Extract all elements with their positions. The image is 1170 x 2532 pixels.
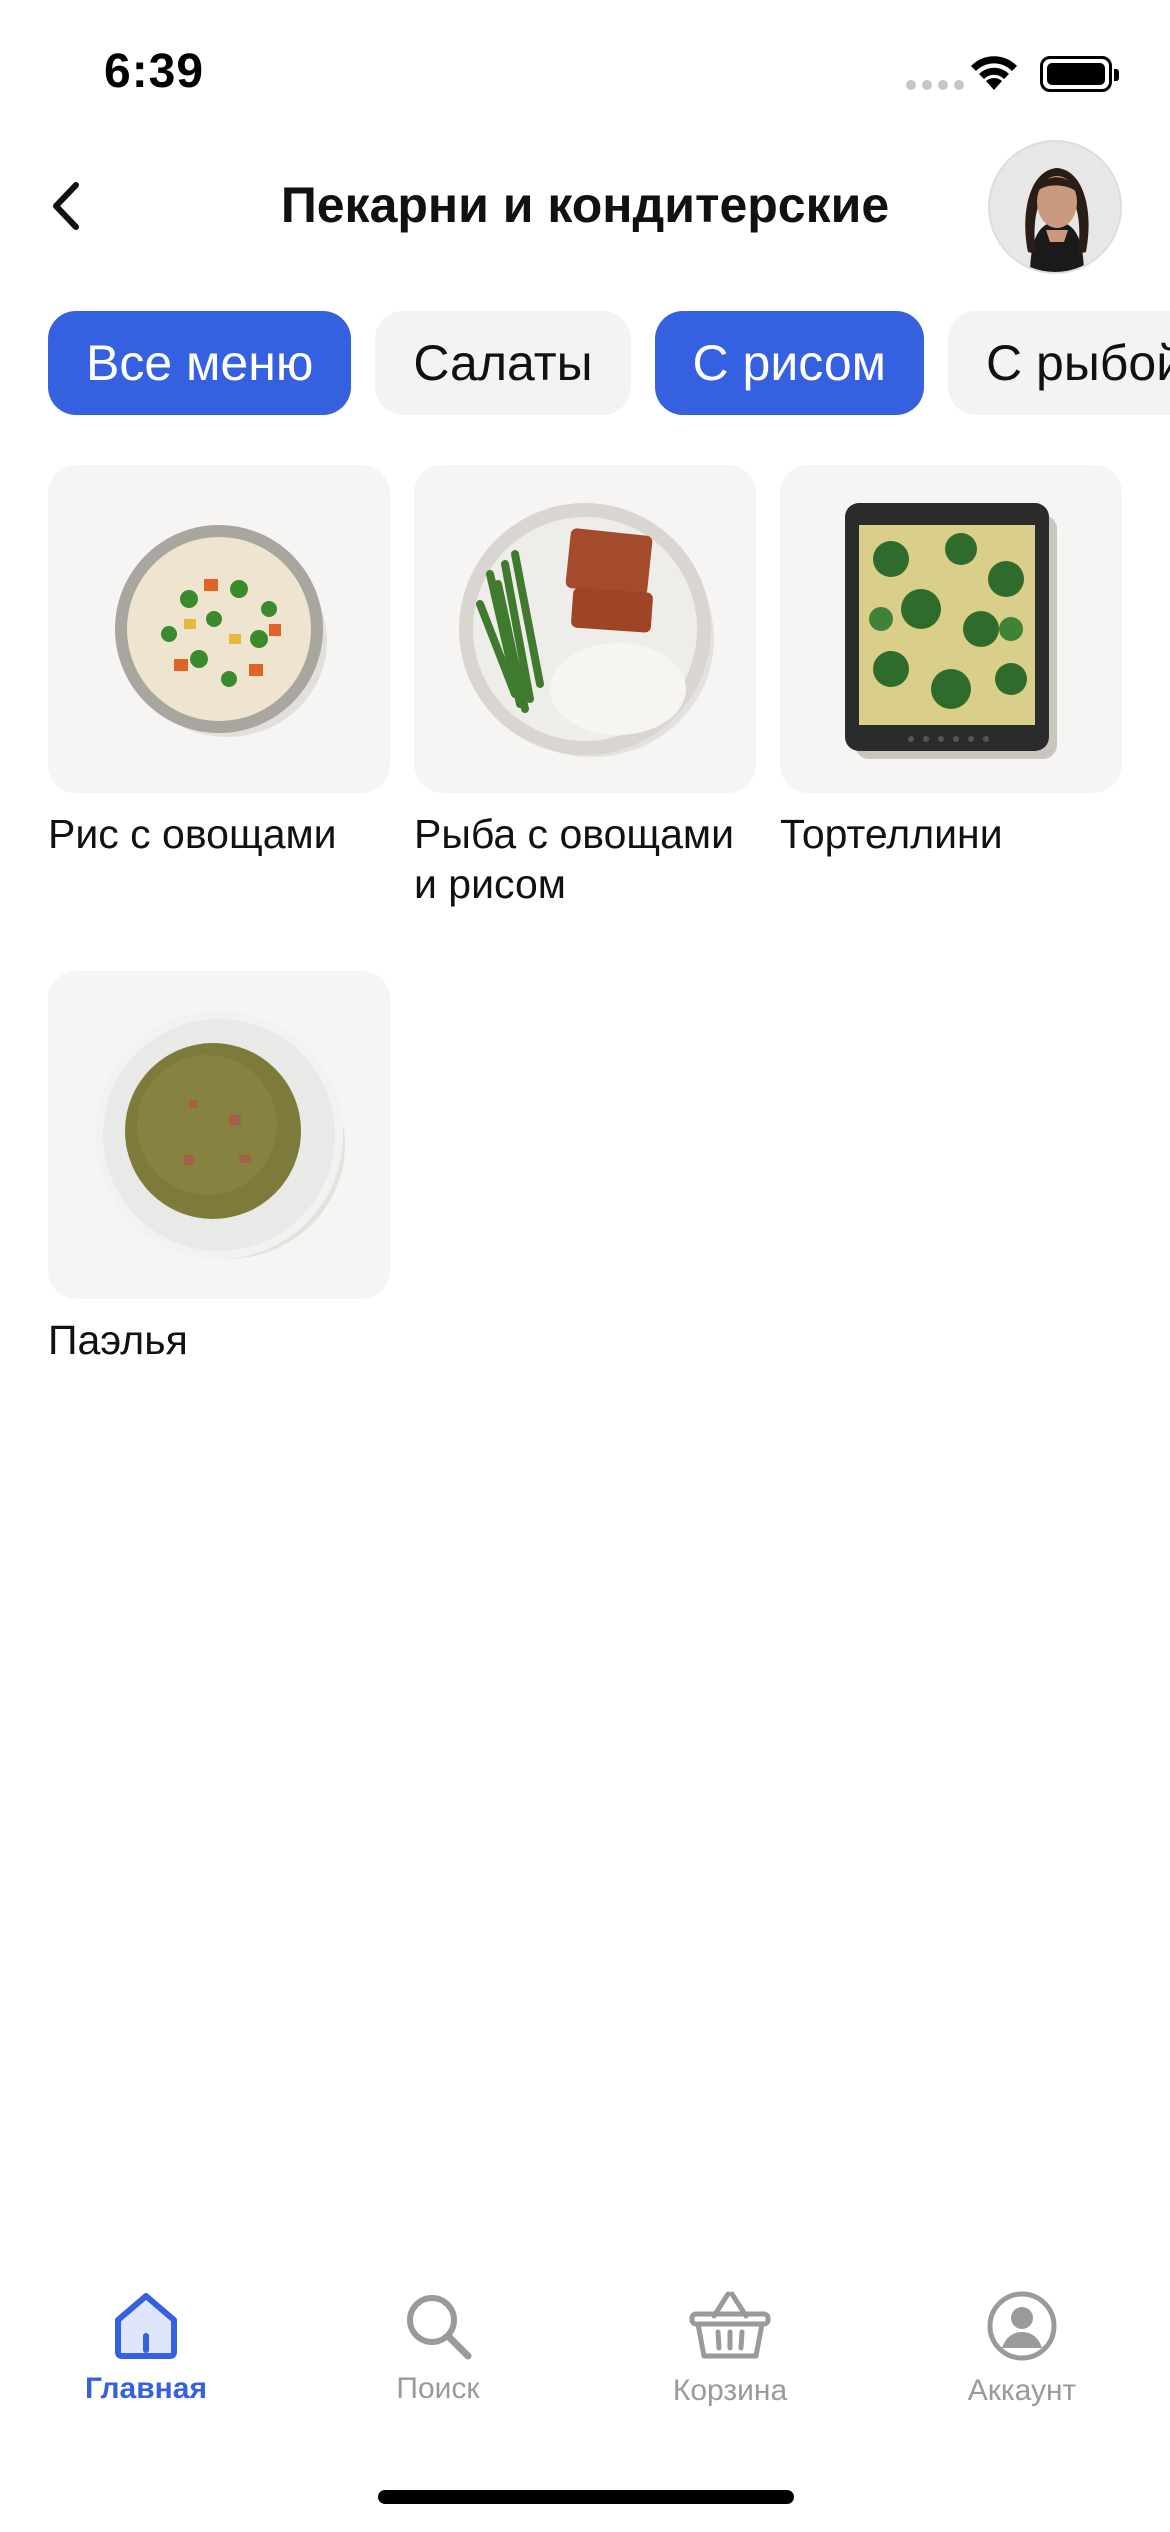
food-item-card[interactable]: Рыба с овощами и рисом [414,465,756,909]
tab-label: Главная [84,2372,207,2405]
tab-home[interactable]: Главная [46,2290,246,2406]
tab-label: Аккаунт [967,2374,1077,2407]
account-icon [987,2291,1057,2361]
chip-all-menu[interactable]: Все меню [48,311,352,415]
food-image-rice-vegetables [48,465,390,793]
category-chips: Все меню Салаты С рисом С рыбой [48,311,1170,415]
tab-basket[interactable]: Корзина [630,2290,830,2408]
wifi-icon [968,52,1020,97]
status-bar: 6:39 [0,0,1170,150]
food-item-name: Тортеллини [780,811,1003,857]
food-item-name: Рыба с овощами и рисом [414,811,734,907]
tab-label: Корзина [672,2374,788,2407]
home-indicator [378,2490,794,2504]
tab-bar: Главная Поиск Корзина Аккаунт [0,2290,1170,2440]
food-image-paella [48,971,390,1299]
chip-with-fish[interactable]: С рыбой [948,311,1170,415]
chip-salads[interactable]: Салаты [375,311,631,415]
cellular-signal-icon [906,80,964,90]
search-icon [407,2295,472,2360]
avatar[interactable] [988,140,1122,274]
food-item-card[interactable]: Тортеллини [780,465,1122,859]
basket-icon [689,2291,771,2359]
tab-label: Поиск [396,2372,480,2405]
food-item-card[interactable]: Паэлья [48,971,390,1365]
battery-icon [1040,56,1119,92]
food-image-tortellini [780,465,1122,793]
food-image-fish-vegetables-rice [414,465,756,793]
tab-account[interactable]: Аккаунт [922,2290,1122,2408]
chip-with-rice[interactable]: С рисом [654,311,925,415]
home-icon [115,2293,177,2359]
header: Пекарни и кондитерские [0,136,1170,276]
status-time: 6:39 [104,45,205,98]
tab-search[interactable]: Поиск [338,2290,538,2406]
food-item-name: Паэлья [48,1317,188,1363]
food-item-name: Рис с овощами [48,811,337,857]
food-item-card[interactable]: Рис с овощами [48,465,390,859]
